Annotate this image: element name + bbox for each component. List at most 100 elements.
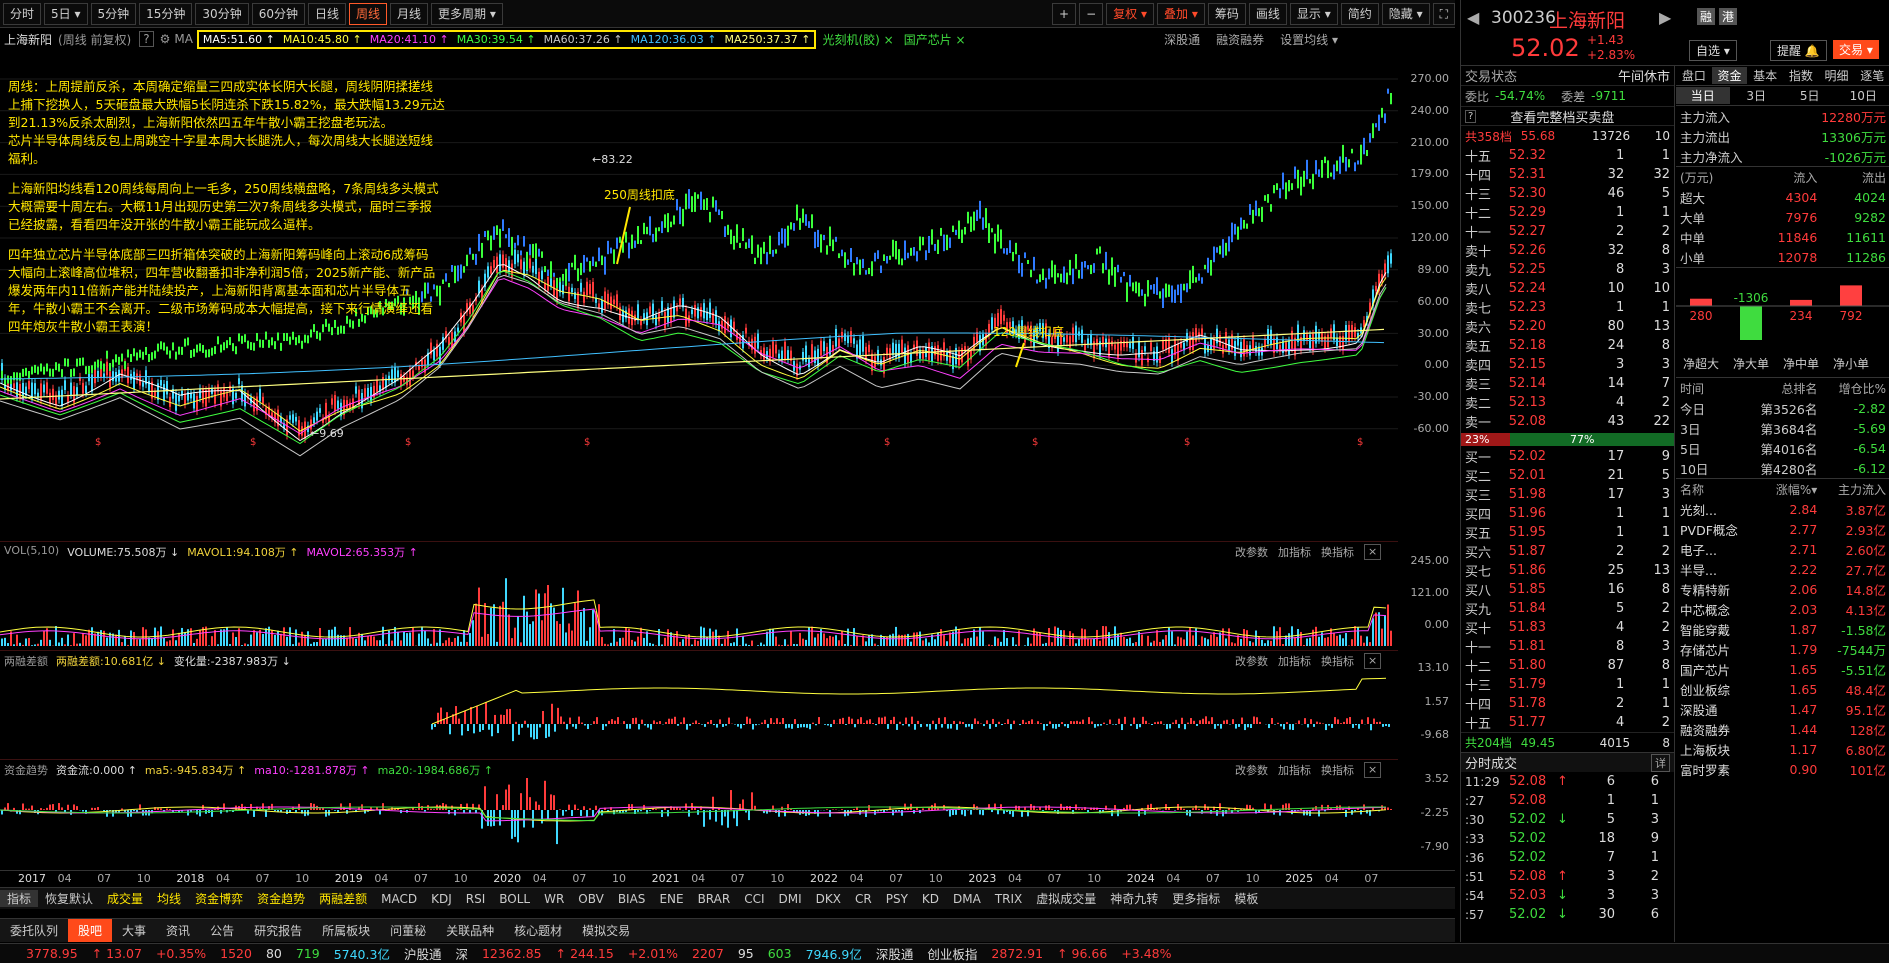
indicator-tab-0[interactable]: 指标	[0, 890, 39, 907]
info-tab-2[interactable]: 基本	[1747, 67, 1783, 84]
period-5-button[interactable]: 60分钟	[251, 2, 305, 25]
indicator-tab-4[interactable]: 资金博弈	[188, 890, 250, 907]
bottom-tab-7[interactable]: 问董秘	[380, 919, 436, 942]
bottom-tab-1[interactable]: 股吧	[68, 919, 113, 942]
next-stock-icon[interactable]: ▶	[1659, 8, 1671, 27]
tool-1-button[interactable]: 叠加 ▾	[1157, 2, 1205, 25]
table-row[interactable]: 小单 12078 11286	[1676, 247, 1889, 267]
book-level[interactable]: 卖七 52.23 1 1	[1461, 298, 1674, 317]
tool-5-button[interactable]: 简约	[1340, 2, 1379, 25]
book-level[interactable]: 买六 51.87 2 2	[1461, 542, 1674, 561]
indicator-tab-3[interactable]: 均线	[150, 890, 188, 907]
info-tab-5[interactable]: 逐笔	[1854, 67, 1889, 84]
book-level[interactable]: 买二 52.01 21 5	[1461, 466, 1674, 485]
book-level[interactable]: 卖五 52.18 24 8	[1461, 336, 1674, 355]
close-icon[interactable]: ×	[880, 33, 894, 47]
bottom-tab-0[interactable]: 委托队列	[0, 919, 68, 942]
indicator-tab-8[interactable]: KDJ	[424, 892, 459, 906]
panel-action-2[interactable]: 换指标	[1321, 544, 1354, 560]
info-tab-1[interactable]: 资金	[1711, 67, 1748, 84]
chart-link-2[interactable]: 设置均线 ▾	[1280, 31, 1338, 48]
book-level[interactable]: 十一 51.81 8 3	[1461, 637, 1674, 656]
table-row[interactable]: 超大 4304 4024	[1676, 187, 1889, 207]
tool-6-button[interactable]: 隐藏 ▾	[1381, 2, 1430, 25]
book-level[interactable]: 卖一 52.08 43 22	[1461, 412, 1674, 431]
flag-0[interactable]: 融	[1697, 8, 1716, 25]
table-row[interactable]: PVDF概念 2.77 2.93亿	[1676, 519, 1889, 539]
indicator-tab-11[interactable]: WR	[537, 892, 571, 906]
period-2-button[interactable]: 5分钟	[90, 2, 137, 25]
table-row[interactable]: 今日 第3526名 -2.82	[1676, 398, 1889, 418]
chart-link-1[interactable]: 融资融券	[1216, 31, 1264, 48]
close-icon[interactable]: ×	[952, 33, 966, 47]
book-level[interactable]: 买十 51.83 4 2	[1461, 618, 1674, 637]
indicator-tab-21[interactable]: KD	[915, 892, 946, 906]
indicator-tab-14[interactable]: ENE	[652, 892, 690, 906]
concept-tag[interactable]: 光刻机(胶) ×	[822, 31, 893, 48]
indicator-tab-7[interactable]: MACD	[374, 892, 424, 906]
bottom-tab-5[interactable]: 研究报告	[244, 919, 312, 942]
table-row[interactable]: 3日 第3684名 -5.69	[1676, 418, 1889, 438]
book-level[interactable]: 卖十 52.26 32 8	[1461, 241, 1674, 260]
table-row[interactable]: 国产芯片 1.65 -5.51亿	[1676, 659, 1889, 679]
bottom-tab-4[interactable]: 公告	[200, 919, 244, 942]
book-level[interactable]: 买八 51.85 16 8	[1461, 580, 1674, 599]
table-row[interactable]: 中单 11846 11611	[1676, 227, 1889, 247]
bottom-tab-3[interactable]: 资讯	[156, 919, 200, 942]
panel-action-0[interactable]: 改参数	[1235, 762, 1268, 778]
table-row[interactable]: 融资融券 1.44 128亿	[1676, 719, 1889, 739]
table-row[interactable]: 深股通 1.47 95.1亿	[1676, 699, 1889, 719]
indicator-tab-19[interactable]: CR	[848, 892, 879, 906]
info-tab-4[interactable]: 明细	[1819, 67, 1855, 84]
panel-action-1[interactable]: 加指标	[1278, 762, 1311, 778]
period-tab-0[interactable]: 当日	[1676, 87, 1730, 104]
period-7-button[interactable]: 周线	[349, 2, 388, 25]
table-row[interactable]: 5日 第4016名 -6.54	[1676, 438, 1889, 458]
indicator-tab-6[interactable]: 两融差额	[312, 890, 374, 907]
tool-4-button[interactable]: 显示 ▾	[1289, 2, 1338, 25]
indicator-tab-24[interactable]: 虚拟成交量	[1029, 890, 1103, 907]
panel-action-2[interactable]: 换指标	[1321, 762, 1354, 778]
time-axis[interactable]: 2017 04 07 10 2018 04 07 10 2019 04 07 10 2020 04 07 10…	[0, 870, 1455, 886]
table-row[interactable]: 电子... 2.71 2.60亿	[1676, 539, 1889, 559]
indicator-tab-27[interactable]: 模板	[1227, 890, 1265, 907]
indicator-tab-9[interactable]: RSI	[459, 892, 493, 906]
table-row[interactable]: 光刻... 2.84 3.87亿	[1676, 499, 1889, 519]
indicator-tab-10[interactable]: BOLL	[492, 892, 537, 906]
book-level[interactable]: 卖四 52.15 3 3	[1461, 355, 1674, 374]
indicator-tab-20[interactable]: PSY	[879, 892, 915, 906]
book-level[interactable]: 买三 51.98 17 3	[1461, 485, 1674, 504]
table-row[interactable]: 大单 7976 9282	[1676, 207, 1889, 227]
trades-detail-button[interactable]: 详	[1651, 753, 1670, 772]
indicator-tab-25[interactable]: 神奇九转	[1103, 890, 1165, 907]
indicator-tab-1[interactable]: 恢复默认	[38, 890, 100, 907]
panel-action-0[interactable]: 改参数	[1235, 653, 1268, 669]
flag-1[interactable]: 港	[1719, 8, 1738, 25]
prev-stock-icon[interactable]: ◀	[1467, 8, 1479, 27]
concept-tag[interactable]: 国产芯片 ×	[904, 31, 966, 48]
chart-link-0[interactable]: 深股通	[1164, 31, 1200, 48]
indicator-tab-18[interactable]: DKX	[809, 892, 848, 906]
book-level[interactable]: 十五 52.32 1 1	[1461, 146, 1674, 165]
indicator-tab-17[interactable]: DMI	[772, 892, 809, 906]
period-tab-3[interactable]: 10日	[1837, 87, 1889, 104]
indicator-tab-2[interactable]: 成交量	[100, 890, 150, 907]
help-icon[interactable]: ?	[139, 31, 154, 47]
indicator-tab-16[interactable]: CCI	[737, 892, 771, 906]
indicator-tab-26[interactable]: 更多指标	[1165, 890, 1227, 907]
book-level[interactable]: 买九 51.84 5 2	[1461, 599, 1674, 618]
period-9-button[interactable]: 更多周期 ▾	[431, 2, 503, 25]
bottom-tab-9[interactable]: 核心题材	[504, 919, 572, 942]
full-book-link[interactable]: 查看完整档买卖盘	[1510, 107, 1614, 126]
bottom-tab-10[interactable]: 模拟交易	[572, 919, 640, 942]
period-tab-1[interactable]: 3日	[1730, 87, 1784, 104]
book-level[interactable]: 十三 51.79 1 1	[1461, 675, 1674, 694]
period-3-button[interactable]: 15分钟	[139, 2, 193, 25]
close-icon[interactable]: ×	[1364, 544, 1382, 560]
close-icon[interactable]: ×	[1364, 653, 1382, 669]
zoom-out-button[interactable]: −	[1079, 2, 1104, 25]
indicator-tab-12[interactable]: OBV	[571, 892, 611, 906]
bottom-tab-2[interactable]: 大事	[112, 919, 156, 942]
book-level[interactable]: 买四 51.96 1 1	[1461, 504, 1674, 523]
book-level[interactable]: 买一 52.02 17 9	[1461, 447, 1674, 466]
